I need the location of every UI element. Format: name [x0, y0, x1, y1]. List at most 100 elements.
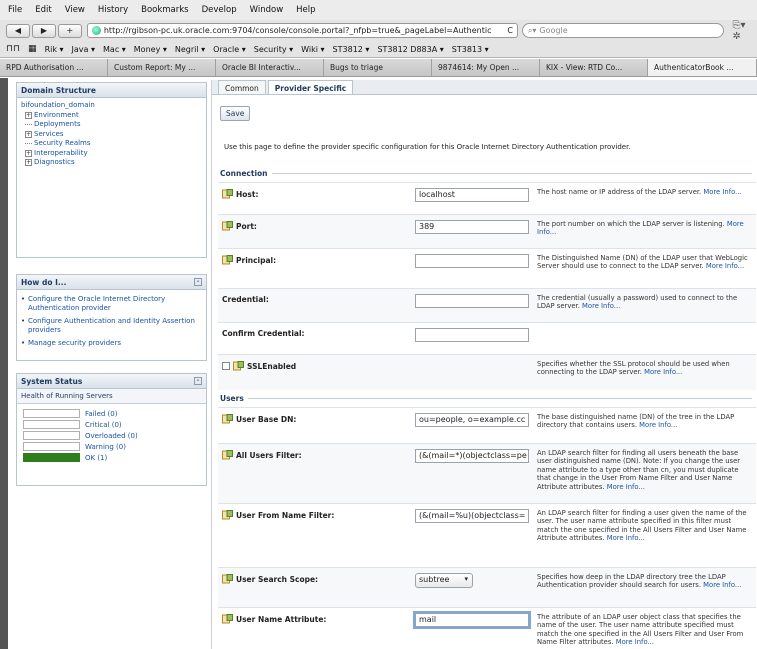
tree-root[interactable]: bifoundation_domain: [21, 101, 202, 111]
collapse-icon[interactable]: –: [194, 377, 202, 385]
info-icon: [222, 221, 233, 231]
bookmark-negril[interactable]: Negril ▾: [175, 45, 205, 54]
top-sites-icon[interactable]: ▦: [28, 44, 37, 54]
share-icon[interactable]: ⎘▾ ✲: [732, 20, 757, 42]
more-info-link[interactable]: More Info...: [703, 188, 741, 196]
menu-file[interactable]: File: [8, 5, 22, 15]
field-row-all-users-filter: All Users Filter: (&(mail=*)(objectclass…: [218, 443, 756, 503]
info-icon: [222, 510, 233, 520]
more-info-link[interactable]: More Info...: [644, 368, 682, 376]
bookmark-mac[interactable]: Mac ▾: [103, 45, 126, 54]
menu-window[interactable]: Window: [250, 5, 284, 15]
forward-button[interactable]: ▶: [31, 23, 56, 38]
menu-develop[interactable]: Develop: [202, 5, 237, 15]
back-button[interactable]: ◀: [6, 23, 30, 38]
menu-help[interactable]: Help: [296, 5, 315, 15]
howdo-link-configure-oid[interactable]: Configure the Oracle Internet Directory …: [21, 295, 202, 313]
credential-input[interactable]: [415, 294, 529, 308]
domain-tree: bifoundation_domain + Environment Deploym…: [17, 98, 206, 171]
info-icon: [222, 450, 233, 460]
label-text: User Base DN:: [236, 414, 297, 424]
legend-label[interactable]: OK (1): [85, 454, 107, 462]
howdo-link-configure-auth[interactable]: Configure Authentication and Identity As…: [21, 317, 202, 335]
expand-icon[interactable]: +: [25, 159, 32, 167]
label-text: All Users Filter:: [236, 450, 302, 460]
bookmark-st3813[interactable]: ST3813 ▾: [452, 45, 489, 54]
more-info-link[interactable]: More Info...: [616, 638, 654, 646]
host-help: The host name or IP address of the LDAP …: [537, 188, 749, 196]
bookmark-rik[interactable]: Rik ▾: [45, 45, 64, 54]
legend-label[interactable]: Overloaded (0): [85, 432, 138, 440]
howdo-link-manage-providers[interactable]: Manage security providers: [21, 339, 202, 348]
legend-label[interactable]: Failed (0): [85, 410, 117, 418]
tree-node-environment[interactable]: + Environment: [21, 111, 202, 121]
more-info-link[interactable]: More Info...: [582, 302, 620, 310]
menu-bookmarks[interactable]: Bookmarks: [141, 5, 189, 15]
field-row-port: Port: 389 The port number on which the L…: [218, 214, 756, 248]
tree-node-diagnostics[interactable]: + Diagnostics: [21, 158, 202, 168]
info-icon: [222, 614, 233, 624]
menu-edit[interactable]: Edit: [35, 5, 51, 15]
how-do-i-panel: How do I... – Configure the Oracle Intern…: [16, 274, 207, 361]
tree-node-interoperability[interactable]: + Interoperability: [21, 149, 202, 159]
tree-node-services[interactable]: + Services: [21, 130, 202, 140]
user-from-name-filter-input[interactable]: (&(mail=%u)(objectclass=: [415, 509, 529, 523]
bookmark-wiki[interactable]: Wiki ▾: [301, 45, 324, 54]
tab-authenticator-book[interactable]: AuthenticatorBook ...: [648, 59, 757, 76]
bookmark-money[interactable]: Money ▾: [134, 45, 167, 54]
tab-oracle-bi[interactable]: Oracle BI Interactiv...: [216, 59, 324, 76]
more-info-link[interactable]: More Info...: [607, 534, 645, 542]
bookmark-st3812-d883a[interactable]: ST3812 D883A ▾: [377, 45, 443, 54]
more-info-link[interactable]: More Info...: [639, 421, 677, 429]
tab-custom-report[interactable]: Custom Report: My ...: [108, 59, 216, 76]
user-search-scope-help: Specifies how deep in the LDAP directory…: [537, 573, 749, 590]
user-base-dn-input[interactable]: ou=people, o=example.cc: [415, 413, 529, 427]
host-input[interactable]: localhost: [415, 188, 529, 202]
more-info-link[interactable]: More Info...: [703, 581, 741, 589]
expand-icon[interactable]: +: [25, 111, 32, 119]
expand-icon[interactable]: +: [25, 149, 32, 157]
more-info-link[interactable]: More Info...: [607, 483, 645, 491]
field-row-user-from-name-filter: User From Name Filter: (&(mail=%u)(objec…: [218, 503, 756, 567]
more-info-link[interactable]: More Info...: [706, 262, 744, 270]
tab-bugs-to-triage[interactable]: Bugs to triage: [324, 59, 432, 76]
tab-rpd-authorisation[interactable]: RPD Authorisation ...: [0, 59, 108, 76]
expand-icon[interactable]: +: [25, 130, 32, 138]
bookmark-java[interactable]: Java ▾: [72, 45, 95, 54]
user-name-attribute-input[interactable]: mail: [415, 613, 529, 627]
search-input[interactable]: ⌕▾ Google: [521, 23, 725, 38]
help-text: The base distinguished name (DN) of the …: [537, 413, 735, 430]
health-subtitle: Health of Running Servers: [17, 389, 206, 404]
principal-help: The Distinguished Name (DN) of the LDAP …: [537, 254, 749, 271]
legend-label[interactable]: Critical (0): [85, 421, 122, 429]
bookmark-security[interactable]: Security ▾: [254, 45, 293, 54]
port-help: The port number on which the LDAP server…: [537, 220, 749, 237]
collapse-icon[interactable]: –: [194, 278, 202, 286]
address-bar[interactable]: http://rgibson-pc.uk.oracle.com:9704/con…: [86, 23, 518, 38]
menu-history[interactable]: History: [98, 5, 128, 15]
principal-input[interactable]: [415, 254, 529, 268]
legend-critical: Critical (0): [23, 419, 200, 430]
bookmark-st3812[interactable]: ST3812 ▾: [333, 45, 370, 54]
save-button[interactable]: Save: [220, 106, 251, 121]
bookmarks-book-icon[interactable]: ⊓⊓: [6, 44, 20, 54]
menu-view[interactable]: View: [65, 5, 85, 15]
port-input[interactable]: 389: [415, 220, 529, 234]
tab-common[interactable]: Common: [218, 80, 266, 94]
tab-my-open[interactable]: 9874614: My Open ...: [432, 59, 540, 76]
tab-kix-view[interactable]: KIX - View: RTD Co...: [540, 59, 648, 76]
add-bookmark-button[interactable]: +: [57, 23, 82, 38]
confirm-credential-input[interactable]: [415, 328, 529, 342]
label-text: Port:: [236, 221, 257, 231]
tab-provider-specific[interactable]: Provider Specific: [267, 80, 354, 94]
tree-node-deployments[interactable]: Deployments: [21, 120, 202, 130]
all-users-filter-input[interactable]: (&(mail=*)(objectclass=pe: [415, 449, 529, 463]
ssl-enabled-checkbox[interactable]: [222, 362, 230, 370]
bookmark-oracle[interactable]: Oracle ▾: [213, 45, 246, 54]
tree-node-security-realms[interactable]: Security Realms: [21, 139, 202, 149]
provider-config-panel: Common Provider Specific Save Use this p…: [211, 80, 757, 649]
legend-label[interactable]: Warning (0): [85, 443, 126, 451]
legend-overloaded: Overloaded (0): [23, 430, 200, 441]
reload-icon[interactable]: C: [507, 26, 513, 35]
user-search-scope-select[interactable]: subtree ▾: [415, 573, 473, 588]
